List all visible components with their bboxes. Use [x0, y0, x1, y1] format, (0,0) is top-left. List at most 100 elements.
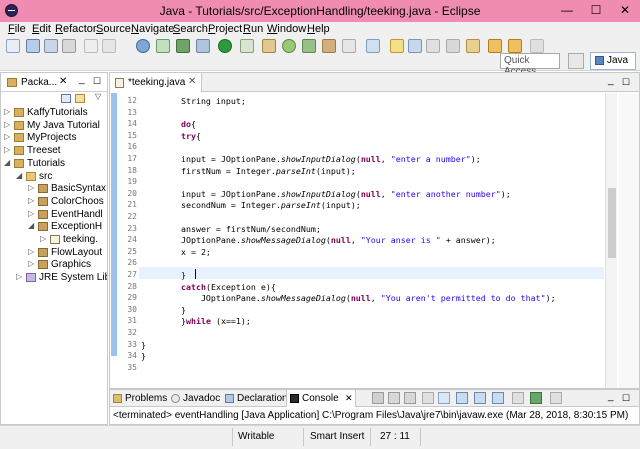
terminate-icon[interactable]: [372, 392, 384, 404]
editor-vertical-scrollbar[interactable]: [605, 93, 617, 388]
tree-item[interactable]: ▷ teeking.: [1, 233, 107, 246]
save-icon[interactable]: [26, 39, 40, 53]
code-line[interactable]: JOptionPane.showMessageDialog(null, "You…: [141, 234, 496, 246]
external-tools-icon[interactable]: [240, 39, 254, 53]
new-java-project-icon[interactable]: [262, 39, 276, 53]
close-console-icon[interactable]: ✕: [345, 393, 353, 404]
code-line[interactable]: catch(Exception e){: [141, 281, 276, 293]
open-perspective-icon[interactable]: [568, 53, 584, 69]
remove-all-icon[interactable]: [404, 392, 416, 404]
show-whitespace-icon[interactable]: [426, 39, 440, 53]
tree-item[interactable]: ▷ FlowLayout: [1, 246, 107, 259]
properties-icon[interactable]: [102, 39, 116, 53]
maximize-view-icon[interactable]: ☐: [93, 76, 101, 87]
menu-help[interactable]: Help: [307, 23, 330, 35]
menu-source[interactable]: Source: [96, 23, 131, 35]
code-line[interactable]: }: [141, 350, 146, 362]
tab-problems[interactable]: Problems: [110, 390, 168, 407]
collapse-all-icon[interactable]: [61, 94, 71, 103]
code-line[interactable]: input = JOptionPane.showInputDialog(null…: [141, 153, 481, 165]
expand-arrow-icon[interactable]: ▷: [4, 119, 12, 131]
open-type-icon[interactable]: [322, 39, 336, 53]
mark-occurrences-icon[interactable]: [390, 39, 404, 53]
show-on-error-icon[interactable]: [492, 392, 504, 404]
menu-edit[interactable]: Edit: [32, 23, 51, 35]
expand-arrow-icon[interactable]: ▷: [4, 131, 12, 143]
menu-project[interactable]: Project: [208, 23, 242, 35]
code-line[interactable]: firstNum = Integer.parseInt(input);: [141, 165, 356, 177]
open-task-icon[interactable]: [366, 39, 380, 53]
back-icon[interactable]: [488, 39, 502, 53]
tree-item[interactable]: ▷ My Java Tutorial: [1, 119, 107, 132]
maximize-button[interactable]: ☐: [582, 0, 610, 20]
expand-arrow-icon[interactable]: ▷: [40, 233, 48, 245]
minimize-panel-icon[interactable]: _: [608, 391, 614, 402]
debug-config-icon[interactable]: [156, 39, 170, 53]
tab-console[interactable]: Console ✕: [286, 390, 356, 407]
block-selection-icon[interactable]: [408, 39, 422, 53]
open-console-icon[interactable]: [550, 392, 562, 404]
code-line[interactable]: JOptionPane.showMessageDialog(null, "You…: [141, 292, 556, 304]
show-on-output-icon[interactable]: [474, 392, 486, 404]
word-wrap-icon[interactable]: [456, 392, 468, 404]
new-icon[interactable]: [6, 39, 20, 53]
search-icon[interactable]: [342, 39, 356, 53]
menu-run[interactable]: Run: [243, 23, 263, 35]
toggle-view-icon[interactable]: [84, 39, 98, 53]
package-explorer-tab[interactable]: Packa... ✕ _ ☐: [1, 73, 107, 92]
tree-item[interactable]: ▷ Treeset: [1, 144, 107, 157]
code-line[interactable]: secondNum = Integer.parseInt(input);: [141, 199, 361, 211]
tree-item[interactable]: ▷ KaffyTutorials: [1, 106, 107, 119]
tree-item[interactable]: ▷ EventHandl: [1, 208, 107, 221]
run-icon[interactable]: [218, 39, 232, 53]
tree-item[interactable]: ◢ src: [1, 170, 107, 183]
tree-item[interactable]: ▷ ColorChoos: [1, 195, 107, 208]
expand-arrow-icon[interactable]: ▷: [28, 208, 36, 220]
scrollbar-thumb[interactable]: [608, 188, 616, 258]
code-line[interactable]: }: [141, 269, 186, 281]
code-line[interactable]: String input;: [141, 95, 246, 107]
expand-arrow-icon[interactable]: ▷: [4, 106, 12, 118]
display-console-icon[interactable]: [530, 392, 542, 404]
tree-item[interactable]: ▷ MyProjects: [1, 131, 107, 144]
close-icon[interactable]: ✕: [59, 76, 67, 87]
menu-file[interactable]: File: [8, 23, 26, 35]
view-menu-icon[interactable]: ▽: [95, 92, 101, 101]
expand-arrow-icon[interactable]: ▷: [28, 258, 36, 270]
quick-access-input[interactable]: Quick Access: [500, 53, 560, 77]
debug-icon[interactable]: [136, 39, 150, 53]
new-class-icon[interactable]: [302, 39, 316, 53]
save-all-icon[interactable]: [44, 39, 58, 53]
collapse-arrow-icon[interactable]: ◢: [4, 157, 12, 169]
tree-item[interactable]: ▷ Graphics: [1, 258, 107, 271]
expand-arrow-icon[interactable]: ▷: [28, 195, 36, 207]
next-annotation-icon[interactable]: [446, 39, 460, 53]
code-line[interactable]: }while (x==1);: [141, 315, 251, 327]
minimize-editor-icon[interactable]: _: [608, 75, 614, 86]
minimize-button[interactable]: —: [553, 0, 581, 20]
build-icon[interactable]: [176, 39, 190, 53]
new-package-icon[interactable]: [282, 39, 296, 53]
scroll-lock-icon[interactable]: [438, 392, 450, 404]
code-line[interactable]: do{: [141, 118, 196, 130]
expand-arrow-icon[interactable]: ▷: [28, 246, 36, 258]
menu-window[interactable]: Window: [267, 23, 306, 35]
menu-refactor[interactable]: Refactor: [55, 23, 97, 35]
code-line[interactable]: answer = firstNum/secondNum;: [141, 223, 321, 235]
pin-console-icon[interactable]: [512, 392, 524, 404]
code-line[interactable]: }: [141, 304, 186, 316]
tree-item[interactable]: ◢ ExceptionH: [1, 220, 107, 233]
code-line[interactable]: input = JOptionPane.showInputDialog(null…: [141, 188, 511, 200]
tab-declaration[interactable]: Declaration: [222, 390, 288, 407]
tab-javadoc[interactable]: Javadoc: [168, 390, 222, 407]
clear-console-icon[interactable]: [422, 392, 434, 404]
forward-icon[interactable]: [530, 39, 544, 53]
link-editor-icon[interactable]: [75, 94, 85, 103]
tree-item[interactable]: ▷ JRE System Libr: [1, 271, 107, 284]
code-line[interactable]: try{: [141, 130, 201, 142]
expand-arrow-icon[interactable]: ▷: [16, 271, 24, 283]
close-tab-icon[interactable]: ✕: [188, 76, 196, 87]
back-dropdown-icon[interactable]: [508, 39, 522, 53]
editor-tab-teeking[interactable]: *teeking.java ✕: [110, 73, 202, 92]
maximize-panel-icon[interactable]: ☐: [622, 393, 630, 404]
